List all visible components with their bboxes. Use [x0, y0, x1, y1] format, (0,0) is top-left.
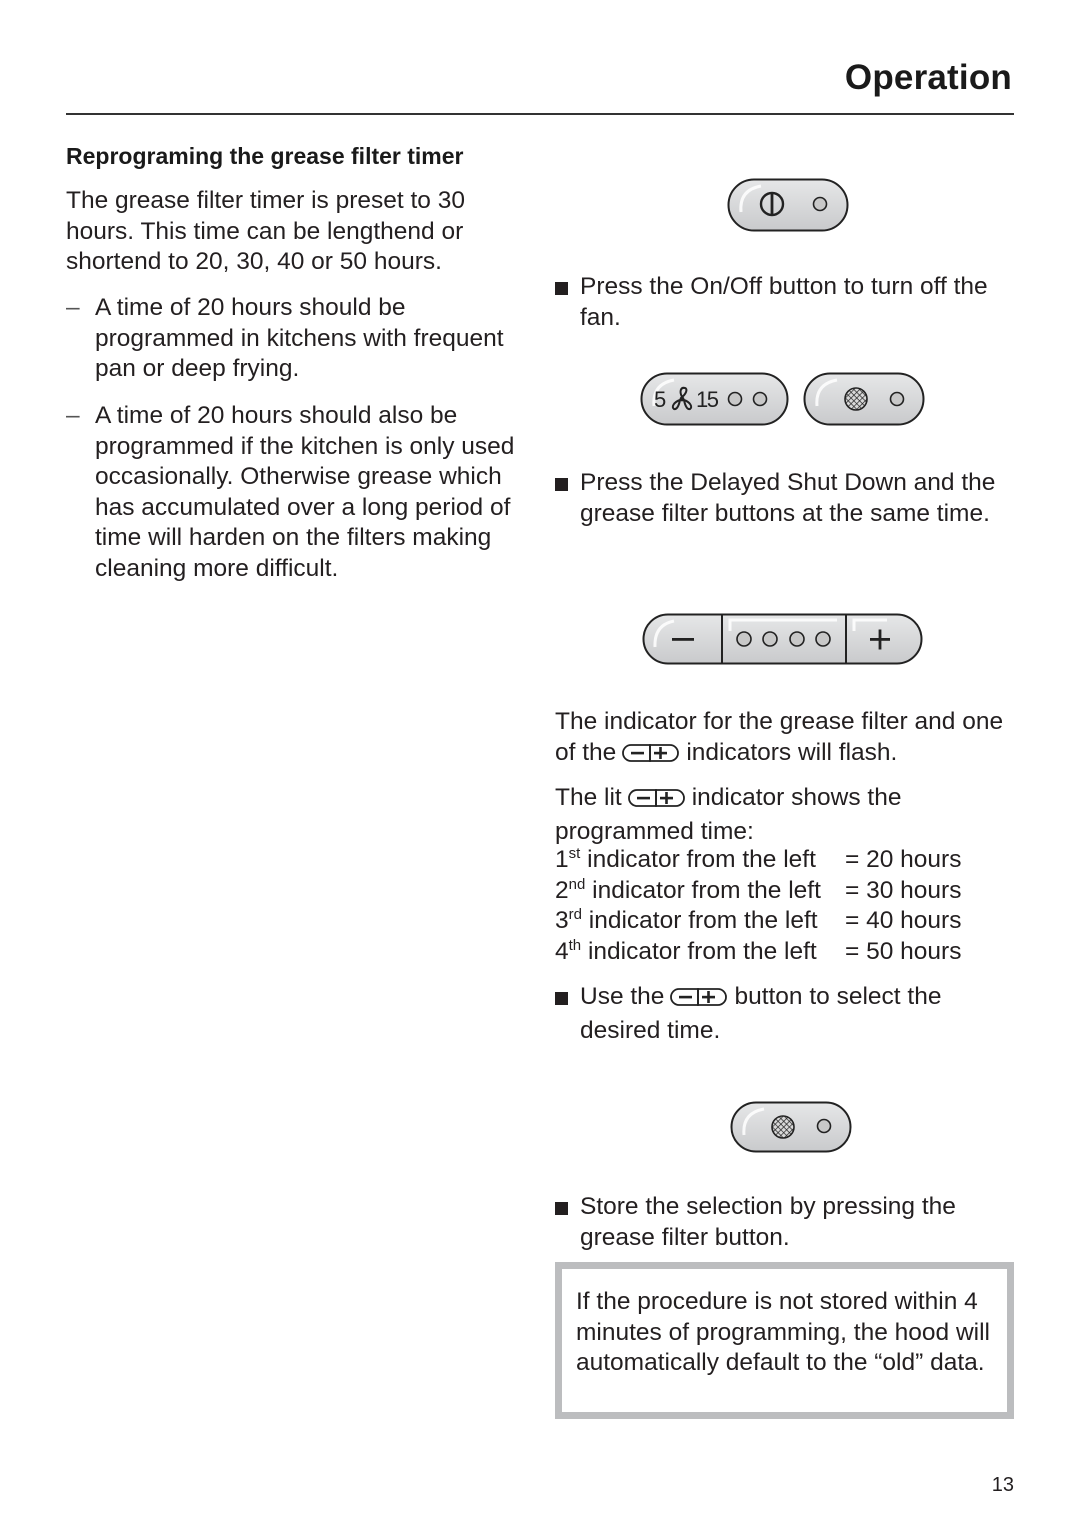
time-indicator-4	[815, 631, 831, 647]
row-ordinal: 2	[555, 876, 569, 904]
grease-filter-button-panel[interactable]	[803, 372, 925, 433]
delayed-shutdown-button-panel[interactable]: 5 15	[640, 372, 790, 433]
grease-filter-icon	[844, 387, 868, 411]
time-indicator-3	[789, 631, 805, 647]
row-ordinal: 3	[555, 907, 569, 934]
bullet-square-icon	[555, 282, 568, 295]
timer-select-panel	[642, 613, 924, 672]
lit-text-start: The lit	[555, 784, 622, 811]
dash-marker: –	[66, 402, 80, 429]
row-value: = 50 hours	[845, 937, 962, 965]
step-text: Press the Delayed Shut Down and the grea…	[580, 469, 996, 527]
bullet-square-icon	[555, 1202, 568, 1215]
dash-marker: –	[66, 294, 80, 321]
indicator-row: 2nd indicator from the left = 30 hours	[555, 876, 1015, 907]
intro-paragraph: The grease filter timer is preset to 30 …	[66, 187, 465, 275]
indicator-light-icon	[812, 196, 828, 212]
step-text: Use the button to select the desired time…	[580, 982, 1015, 1046]
row-label: indicator from the left	[587, 937, 817, 965]
on-off-button-panel[interactable]	[727, 178, 849, 237]
flash-paragraph: The indicator for the grease filter and …	[555, 707, 1015, 771]
indicator-table: 1st indicator from the left = 20 hours 2…	[555, 845, 1015, 967]
row-ordinal-suffix: nd	[568, 875, 586, 893]
minus-button[interactable]	[672, 638, 694, 641]
minus-icon	[672, 638, 694, 641]
row-value: = 40 hours	[845, 907, 962, 934]
instruction-step: Use the button to select the desired time…	[555, 982, 1015, 1046]
minus-plus-icon	[668, 985, 730, 1016]
note-text: If the procedure is not stored within 4 …	[576, 1288, 990, 1376]
indicator-row: 1st indicator from the left = 20 hours	[555, 845, 1015, 876]
note-box: If the procedure is not stored within 4 …	[555, 1262, 1014, 1419]
row-ordinal: 4	[555, 937, 569, 965]
delay-left-value: 5	[654, 387, 666, 412]
step3-text-start: Use the	[580, 983, 665, 1010]
bullet-square-icon	[555, 478, 568, 491]
instruction-step: Press the Delayed Shut Down and the grea…	[555, 468, 1015, 529]
dash-item-text: A time of 20 hours should be programmed …	[95, 294, 504, 382]
indicator-light-icon	[816, 1118, 832, 1134]
step-text: Press the On/Off button to turn off the …	[580, 273, 988, 331]
dash-list-item: – A time of 20 hours should be programme…	[66, 293, 526, 385]
page-number: 13	[991, 1474, 1014, 1496]
flash-text-end: indicators will flash.	[686, 738, 898, 766]
row-ordinal: 1	[555, 846, 569, 873]
instruction-step: Store the selection by pressing the grea…	[555, 1192, 1015, 1253]
row-label: indicator from the left	[588, 907, 818, 934]
page-title: Operation	[844, 58, 1012, 97]
title-divider	[66, 113, 1014, 115]
indicator-row: 3rd indicator from the left = 40 hours	[555, 906, 1015, 937]
delay-right-value: 15	[696, 387, 719, 412]
grease-filter-store-button-panel[interactable]	[730, 1101, 852, 1160]
time-indicator-2	[762, 631, 778, 647]
dash-list-item: – A time of 20 hours should also be prog…	[66, 401, 526, 584]
row-ordinal-suffix: st	[568, 845, 581, 862]
step-text: Store the selection by pressing the grea…	[580, 1193, 956, 1251]
minus-plus-icon	[626, 786, 688, 817]
dash-item-text: A time of 20 hours should also be progra…	[95, 402, 515, 582]
lit-paragraph: The lit indicator shows the programmed ti…	[555, 783, 1015, 847]
indicator-light-icon	[889, 391, 905, 407]
row-ordinal-suffix: rd	[568, 906, 582, 923]
row-value: = 30 hours	[845, 876, 962, 904]
bullet-square-icon	[555, 992, 568, 1005]
row-label: indicator from the left	[587, 846, 816, 873]
time-indicator-1	[736, 631, 752, 647]
minus-plus-icon	[620, 741, 682, 772]
section-heading: Reprograming the grease filter timer	[66, 143, 464, 169]
grease-filter-icon	[771, 1115, 795, 1139]
row-value: = 20 hours	[845, 846, 962, 873]
instruction-step: Press the On/Off button to turn off the …	[555, 272, 1015, 333]
row-label: indicator from the left	[592, 876, 821, 904]
row-ordinal-suffix: th	[568, 936, 582, 954]
indicator-light-icon	[752, 391, 768, 407]
indicator-row: 4th indicator from the left = 50 hours	[555, 937, 1015, 968]
indicator-light-icon	[727, 391, 743, 407]
